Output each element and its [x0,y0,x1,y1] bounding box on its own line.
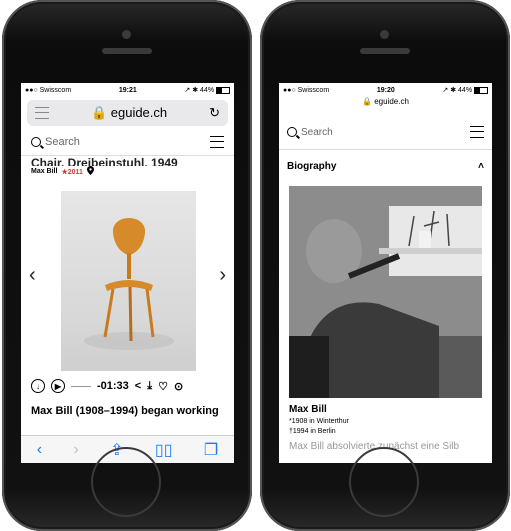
front-camera [122,30,131,39]
death-info: †1994 in Berlin [289,428,336,435]
download-tray-icon[interactable]: ⤓ [147,380,152,393]
carrier-signal: ●●○ Swisscom [283,86,330,94]
map-pin-icon[interactable]: ⊙ [174,380,183,393]
status-bar: ●●○ Swisscom 19:20 ↗ ✱ 44% [279,83,492,97]
url-display[interactable]: 🔒 eguide.ch [279,97,492,109]
designer-name[interactable]: Max Bill [31,168,57,175]
carousel-next-button[interactable]: › [219,264,226,287]
phone-right: ●●○ Swisscom 19:20 ↗ ✱ 44% 🔒 eguide.ch S… [260,0,510,531]
location-pin-icon[interactable] [86,166,94,177]
biography-title: Biography [287,160,337,172]
heart-icon[interactable]: ♡ [158,380,168,393]
menu-icon[interactable] [470,126,484,138]
object-meta: Max Bill ★2011 [21,166,234,177]
status-right: ↗ ✱ 44% [442,86,488,94]
download-circle-icon[interactable]: ↓ [31,379,45,393]
birth-info: *1908 in Winterthur [289,418,349,425]
share-icon[interactable]: < [135,380,141,392]
battery-icon [216,86,230,94]
forward-arrow-icon[interactable]: › [73,441,78,459]
reader-view-icon[interactable] [35,107,49,119]
year-badge: ★2011 [61,168,83,176]
earpiece-speaker [360,48,410,54]
home-button[interactable] [91,447,161,517]
chevron-up-icon[interactable]: ˄ [478,161,484,172]
carrier-signal: ●●○ Swisscom [25,86,72,94]
site-search-row: Search [21,129,234,156]
search-placeholder: Search [301,126,333,138]
earpiece-speaker [102,48,152,54]
back-arrow-icon[interactable]: ‹ [37,441,42,459]
safari-address-bar[interactable]: 🔒 eguide.ch ↻ [27,100,228,126]
tabs-icon[interactable]: ❐ [204,440,218,460]
phone-left: ●●○ Swisscom 19:21 ↗ ✱ 44% 🔒 eguide.ch ↻… [2,0,252,531]
audio-progress-track[interactable] [71,385,91,387]
battery-icon [474,86,488,94]
home-button[interactable] [349,447,419,517]
bookmarks-icon[interactable]: ▯▯ [155,440,173,460]
portrait-photo [289,186,482,398]
search-icon [287,127,297,137]
front-camera [380,30,389,39]
biography-header[interactable]: Biography ˄ [279,150,492,182]
reload-icon[interactable]: ↻ [209,105,220,121]
search-field[interactable]: Search [31,136,80,148]
status-right: ↗ ✱ 44% [184,86,230,94]
site-search-row: Search [279,115,492,150]
screen-right: ●●○ Swisscom 19:20 ↗ ✱ 44% 🔒 eguide.ch S… [279,83,492,463]
bio-intro-text: Max Bill (1908–1994) began working [31,405,219,417]
object-title: Chair, Dreibeinstuhl, 1949 [31,156,178,166]
audio-remaining-time: -01:33 [97,380,129,392]
play-icon[interactable]: ▶ [51,379,65,393]
image-carousel: ‹ › [21,181,234,371]
audio-player: ↓ ▶ -01:33 < ⤓ ♡ ⊙ [21,375,234,397]
search-icon [31,137,41,147]
url-display[interactable]: 🔒 eguide.ch [91,105,167,121]
status-time: 19:21 [118,86,137,94]
person-name: Max Bill [289,404,327,415]
search-placeholder: Search [45,136,80,148]
chair-photo [61,191,196,371]
status-time: 19:20 [376,86,395,94]
screen-left: ●●○ Swisscom 19:21 ↗ ✱ 44% 🔒 eguide.ch ↻… [21,83,234,463]
menu-icon[interactable] [210,136,224,148]
search-field[interactable]: Search [287,127,333,138]
carousel-prev-button[interactable]: ‹ [29,264,36,287]
status-bar: ●●○ Swisscom 19:21 ↗ ✱ 44% [21,83,234,97]
